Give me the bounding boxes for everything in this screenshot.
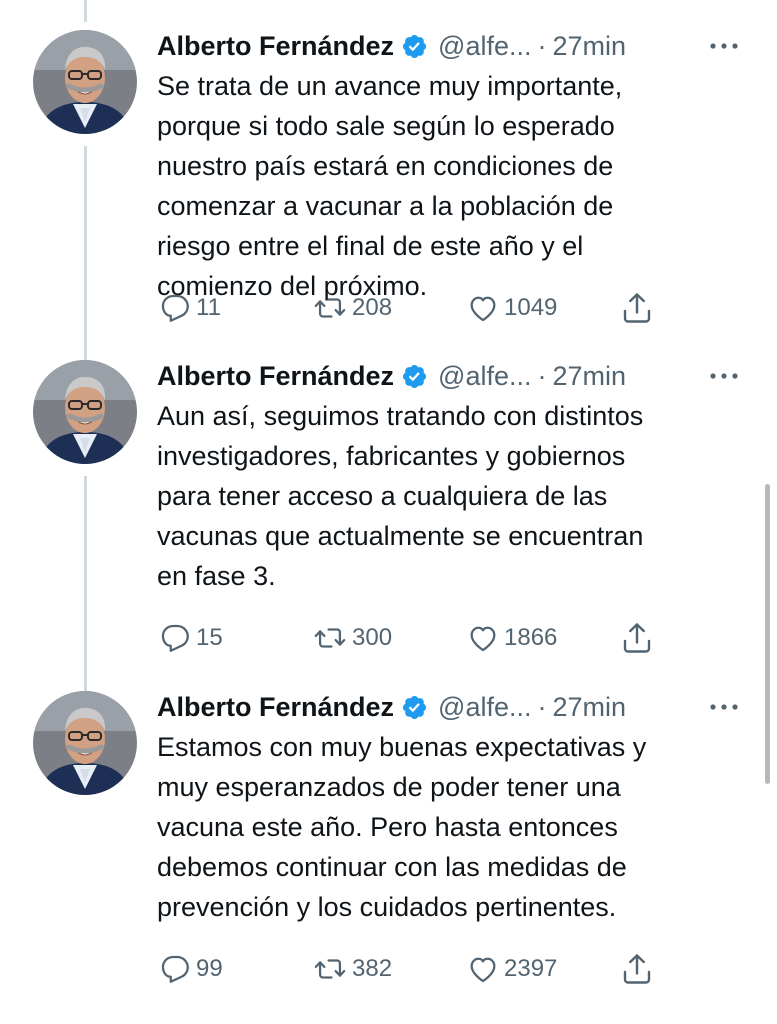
author-handle[interactable]: @alfe...	[438, 358, 531, 394]
tweet-header: Alberto Fernández @alfe... · 27min	[157, 689, 626, 725]
verified-badge-icon	[401, 33, 428, 60]
avatar[interactable]	[33, 691, 137, 795]
tweet-2[interactable]: Alberto Fernández @alfe... · 27min Aun a…	[0, 330, 777, 660]
tweet-text: Aun así, seguimos tratando con distintos…	[157, 396, 757, 596]
like-button[interactable]: 1049	[466, 290, 557, 326]
tweet-text-line: Estamos con muy buenas expectativas y	[157, 732, 647, 762]
tweet-header: Alberto Fernández @alfe... · 27min	[157, 358, 626, 394]
timestamp[interactable]: 27min	[552, 358, 626, 394]
share-icon	[619, 951, 655, 987]
author-name[interactable]: Alberto Fernández	[157, 358, 394, 394]
like-count: 1049	[504, 294, 558, 321]
reply-count: 99	[196, 955, 223, 982]
tweet-text-line: investigadores, fabricantes y gobiernos	[157, 441, 626, 471]
separator-dot: ·	[537, 692, 547, 722]
tweet-text: Se trata de un avance muy importante, por…	[157, 66, 757, 306]
retweet-icon	[312, 952, 348, 986]
reply-icon	[158, 952, 192, 986]
retweet-icon	[312, 621, 348, 655]
separator-dot: ·	[537, 31, 547, 61]
retweet-button[interactable]: 382	[312, 951, 392, 987]
more-options-icon[interactable]	[707, 366, 741, 386]
tweet-text-line: en fase 3.	[157, 561, 276, 591]
heart-icon	[466, 291, 500, 325]
tweet-1[interactable]: Alberto Fernández @alfe... · 27min Se tr…	[0, 0, 777, 330]
tweet-text-line: muy esperanzados de poder tener una	[157, 772, 621, 802]
tweet-3[interactable]: Alberto Fernández @alfe... · 27min Estam…	[0, 661, 777, 991]
tweet-text-line: Se trata de un avance muy importante,	[157, 71, 623, 101]
tweet-text: Estamos con muy buenas expectativas y muy…	[157, 727, 757, 927]
action-bar: 99 382 2397	[0, 951, 777, 987]
share-icon	[619, 290, 655, 326]
reply-count: 15	[196, 624, 223, 651]
retweet-icon	[312, 291, 348, 325]
tweet-text-line: debemos continuar con las medidas de	[157, 852, 627, 882]
tweet-text-line: comenzar a vacunar a la población de	[157, 191, 614, 221]
share-button[interactable]	[619, 620, 655, 656]
tweet-text-line: prevención y los cuidados pertinentes.	[157, 892, 617, 922]
separator-dot: ·	[537, 361, 547, 391]
like-count: 2397	[504, 955, 558, 982]
share-icon	[619, 620, 655, 656]
tweet-text-line: porque si todo sale según lo esperado	[157, 111, 615, 141]
reply-count: 11	[196, 294, 221, 321]
reply-button[interactable]: 15	[158, 620, 223, 656]
share-button[interactable]	[619, 290, 655, 326]
retweet-button[interactable]: 208	[312, 290, 392, 326]
tweet-text-line: vacunas que actualmente se encuentran	[157, 521, 644, 551]
like-button[interactable]: 1866	[466, 620, 557, 656]
reply-button[interactable]: 11	[158, 290, 221, 326]
retweet-count: 300	[352, 624, 393, 651]
avatar[interactable]	[33, 30, 137, 134]
tweet-text-line: nuestro país estará en condiciones de	[157, 151, 614, 181]
verified-badge-icon	[401, 363, 428, 390]
reply-icon	[158, 291, 192, 325]
tweet-text-line: riesgo entre el final de este año y el	[157, 231, 584, 261]
avatar[interactable]	[33, 360, 137, 464]
timestamp[interactable]: 27min	[552, 689, 626, 725]
more-options-icon[interactable]	[707, 36, 741, 56]
heart-icon	[466, 952, 500, 986]
action-bar: 11 208 1049	[0, 290, 777, 326]
share-button[interactable]	[619, 951, 655, 987]
author-handle[interactable]: @alfe...	[438, 28, 531, 64]
verified-badge-icon	[401, 694, 428, 721]
reply-button[interactable]: 99	[158, 951, 223, 987]
retweet-count: 382	[352, 955, 393, 982]
tweet-text-line: vacuna este año. Pero hasta entonces	[157, 812, 618, 842]
retweet-count: 208	[352, 294, 393, 321]
more-options-icon[interactable]	[707, 697, 741, 717]
author-name[interactable]: Alberto Fernández	[157, 28, 394, 64]
reply-icon	[158, 621, 192, 655]
heart-icon	[466, 621, 500, 655]
author-name[interactable]: Alberto Fernández	[157, 689, 394, 725]
timestamp[interactable]: 27min	[552, 28, 626, 64]
action-bar: 15 300 1866	[0, 620, 777, 656]
tweet-header: Alberto Fernández @alfe... · 27min	[157, 28, 626, 64]
like-button[interactable]: 2397	[466, 951, 557, 987]
like-count: 1866	[504, 624, 558, 651]
author-handle[interactable]: @alfe...	[438, 689, 531, 725]
tweet-text-line: para tener acceso a cualquiera de las	[157, 481, 608, 511]
tweet-text-line: Aun así, seguimos tratando con distintos	[157, 401, 644, 431]
retweet-button[interactable]: 300	[312, 620, 392, 656]
